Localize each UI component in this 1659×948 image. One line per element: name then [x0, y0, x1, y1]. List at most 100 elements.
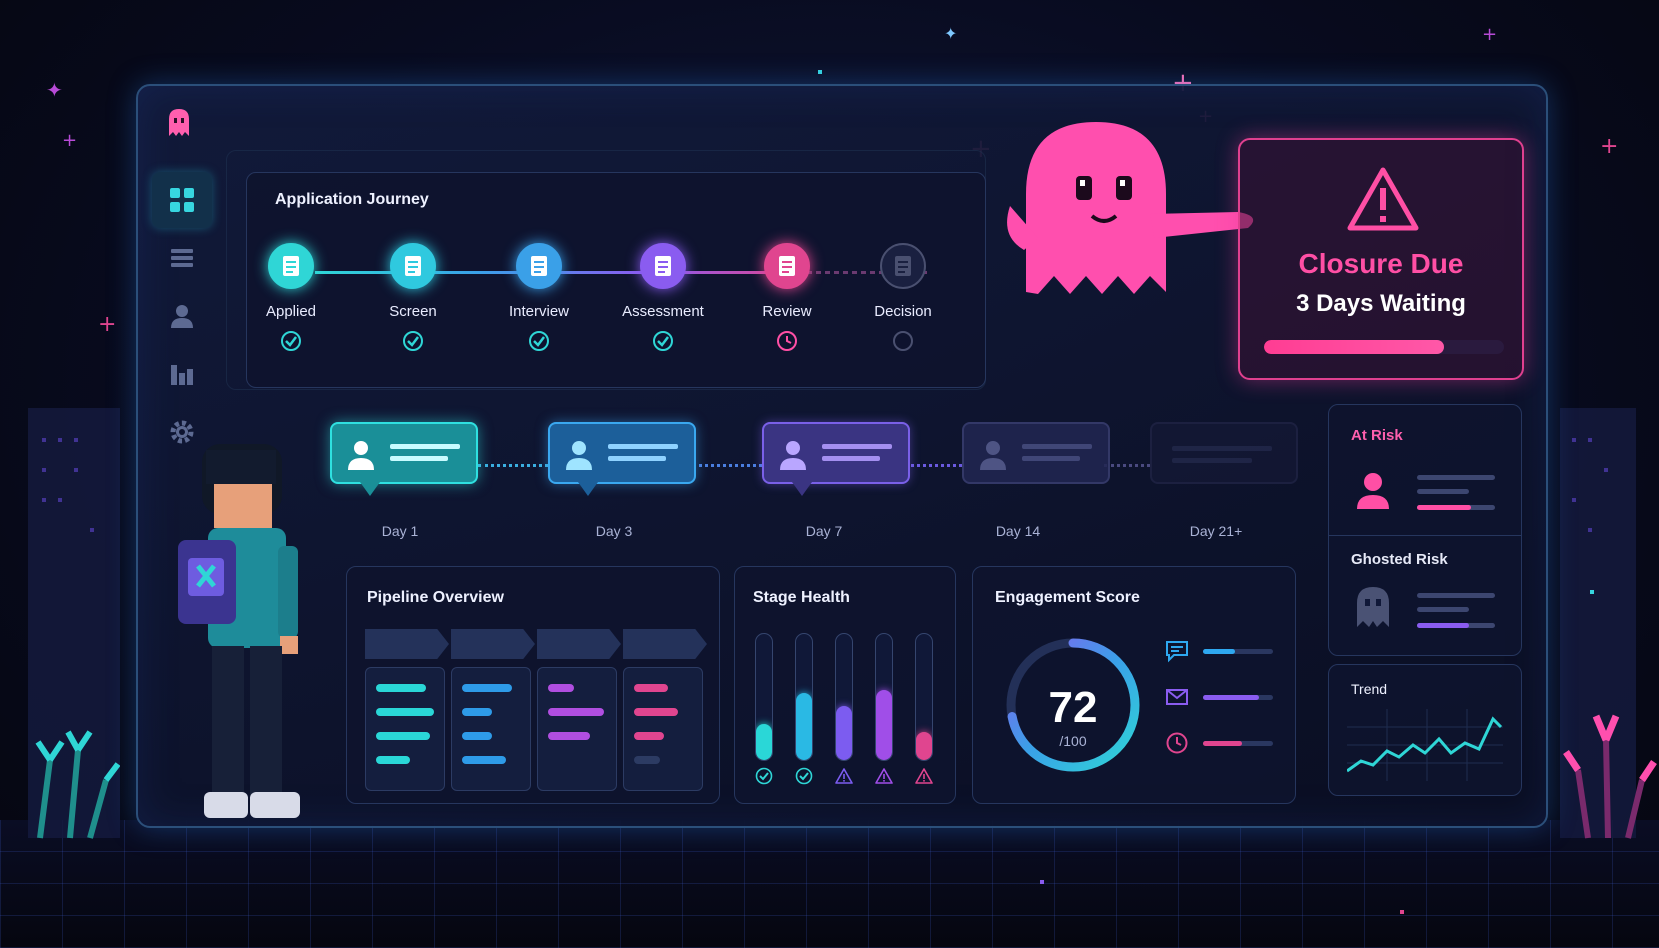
journey-step-label: Screen	[389, 303, 437, 320]
journey-step-label: Review	[762, 303, 812, 320]
warning-icon	[835, 768, 853, 784]
stage-health-bar	[915, 633, 933, 761]
engagement-metric-fill	[1203, 741, 1242, 746]
grid-icon	[170, 188, 194, 212]
sidebar-item-profile[interactable]	[152, 288, 212, 344]
pixel-dot	[1040, 880, 1044, 884]
sidebar	[152, 172, 216, 462]
user-icon	[566, 441, 592, 470]
timeline-connector	[1104, 464, 1150, 467]
sparkle-icon: +	[1600, 134, 1619, 159]
journey-title: Application Journey	[275, 191, 429, 208]
warning-triangle-icon	[1347, 167, 1419, 231]
check-icon	[755, 767, 773, 785]
stage-health-bar	[835, 633, 853, 761]
alert-subtitle: 3 Days Waiting	[1296, 290, 1466, 317]
sidebar-item-analytics[interactable]	[152, 346, 212, 402]
sidebar-item-list[interactable]	[152, 230, 212, 286]
pipeline-column[interactable]	[451, 667, 531, 791]
day-label: Day 14	[995, 523, 1041, 539]
journey-step-applied[interactable]: Applied	[231, 243, 351, 352]
user-icon	[1357, 473, 1389, 509]
engagement-metric-bar	[1203, 741, 1273, 746]
pipeline-stage-chevron[interactable]	[451, 629, 535, 659]
warning-icon	[915, 768, 933, 784]
day-label: Day 21+	[1189, 523, 1243, 539]
document-icon	[283, 256, 299, 276]
journey-step-label: Assessment	[622, 303, 704, 320]
ghosted-risk-label: Ghosted Risk	[1351, 551, 1448, 568]
engagement-title: Engagement Score	[995, 589, 1140, 606]
chat-icon	[1166, 641, 1188, 663]
sparkle-icon: ✦	[944, 24, 958, 43]
journey-step-assessment[interactable]: Assessment	[603, 243, 723, 352]
day-label: Day 1	[381, 523, 419, 539]
pipeline-stage-chevron[interactable]	[623, 629, 707, 659]
ghost-mascot-icon	[1007, 122, 1254, 294]
user-icon	[780, 441, 806, 470]
check-circle-icon	[529, 331, 549, 351]
journey-step-circle	[640, 243, 686, 289]
timeline-bubble-day-14[interactable]	[962, 422, 1110, 484]
check-circle-icon	[281, 331, 301, 351]
pixel-dot	[1400, 910, 1404, 914]
journey-step-label: Applied	[265, 303, 317, 320]
journey-step-circle	[764, 243, 810, 289]
check-circle-icon	[403, 331, 423, 351]
closure-alert[interactable]: Closure Due 3 Days Waiting	[1238, 138, 1524, 380]
pixel-dot	[818, 70, 822, 74]
day-label: Day 3	[595, 523, 633, 539]
journey-step-label: Decision	[874, 303, 932, 320]
trend-label: Trend	[1351, 681, 1388, 697]
stage-health-bar-fill	[876, 690, 892, 760]
engagement-score-max: /100	[1059, 733, 1087, 749]
stage-health-bar	[875, 633, 893, 761]
check-circle-icon	[653, 331, 673, 351]
ghost-icon	[1357, 587, 1389, 627]
timeline-bubble-day-21[interactable]	[1150, 422, 1298, 484]
stage-health-bar-fill	[796, 693, 812, 760]
list-icon	[171, 249, 193, 267]
timeline-bubble-day-3[interactable]	[548, 422, 696, 496]
day-label: Day 7	[805, 523, 843, 539]
timeline-bubble-day-7[interactable]	[762, 422, 910, 496]
pipeline-column[interactable]	[365, 667, 445, 791]
stage-health-title: Stage Health	[753, 589, 850, 606]
journey-step-circle	[880, 243, 926, 289]
journey-step-circle	[390, 243, 436, 289]
pipeline-stage-chevron[interactable]	[537, 629, 621, 659]
application-journey-card: Application Journey Applied Screen Intervi…	[246, 172, 986, 388]
calendar-icon	[779, 256, 795, 276]
journey-step-interview[interactable]: Interview	[479, 243, 599, 352]
sidebar-item-dashboard[interactable]	[152, 172, 212, 228]
hourglass-icon	[895, 256, 911, 276]
bar-chart-icon	[171, 365, 193, 385]
stage-health-bar	[795, 633, 813, 761]
document-icon	[405, 256, 421, 276]
pipeline-column[interactable]	[623, 667, 703, 791]
pipeline-stage-chevron[interactable]	[365, 629, 449, 659]
clock-icon	[777, 331, 797, 351]
sparkle-icon: ✦	[46, 78, 63, 102]
at-risk-label: At Risk	[1351, 427, 1403, 444]
check-icon	[795, 767, 813, 785]
ghost-logo-icon	[169, 109, 189, 136]
engagement-score-card: Engagement Score 72 /100	[972, 566, 1296, 804]
pixel-dot	[1590, 590, 1594, 594]
stage-health-card: Stage Health	[734, 566, 956, 804]
engagement-metric-bar	[1203, 649, 1273, 654]
pipeline-column[interactable]	[537, 667, 617, 791]
clipboard-icon	[531, 256, 547, 276]
empty-circle-icon	[893, 331, 913, 351]
risk-panel: At Risk Ghosted Risk	[1328, 404, 1522, 656]
clipboard-icon	[655, 256, 671, 276]
journey-step-screen[interactable]: Screen	[353, 243, 473, 352]
timeline-bubble-day-1[interactable]	[330, 422, 478, 496]
journey-step-circle	[268, 243, 314, 289]
journey-step-decision[interactable]: Decision	[843, 243, 963, 352]
pipeline-title: Pipeline Overview	[367, 589, 504, 606]
journey-step-review[interactable]: Review	[727, 243, 847, 352]
alert-progress-bar	[1264, 340, 1504, 354]
stage-health-bar-fill	[916, 732, 932, 760]
stage-health-bar-fill	[756, 724, 772, 760]
